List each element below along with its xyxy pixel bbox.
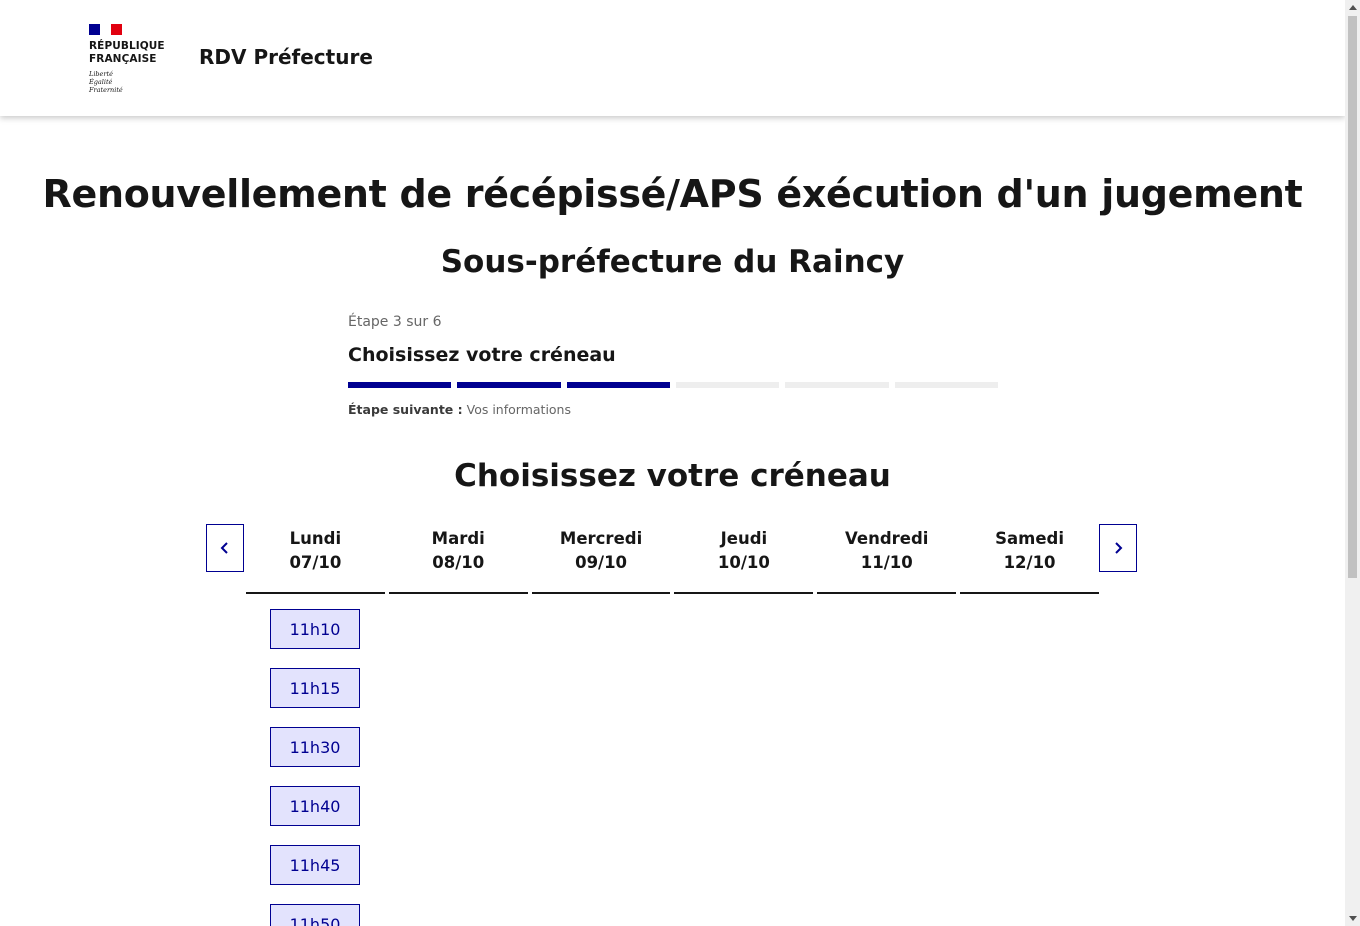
page-title: Renouvellement de récépissé/APS éxécutio… [42,172,1303,216]
stepper-progress-bar [348,382,998,388]
next-week-button[interactable] [1099,524,1137,572]
day-date: 11/10 [860,553,913,572]
time-slot-button[interactable]: 11h45 [270,845,360,885]
logo-text: RÉPUBLIQUE FRANÇAISE [89,40,165,65]
stepper-segment [457,382,561,388]
day-name: Jeudi [720,529,768,548]
section-title: Choisissez votre créneau [454,458,891,494]
site-header: RÉPUBLIQUE FRANÇAISE Liberté Égalité Fra… [0,0,1345,116]
time-slot-button[interactable]: 11h10 [270,609,360,649]
time-slot-button[interactable]: 11h15 [270,668,360,708]
page: RÉPUBLIQUE FRANÇAISE Liberté Égalité Fra… [0,0,1345,926]
stepper-segment [785,382,889,388]
day-name: Lundi [289,529,342,548]
scroll-up-arrow-icon[interactable] [1345,0,1360,14]
service-title[interactable]: RDV Préfecture [199,45,373,69]
day-date: 10/10 [717,553,770,572]
day-date: 07/10 [289,553,342,572]
day-header: Samedi 12/10 [960,524,1099,594]
day-header: Jeudi 10/10 [674,524,814,594]
page-subtitle: Sous-préfecture du Raincy [440,244,905,280]
stepper-next-value: Vos informations [466,402,571,417]
stepper-state: Étape 3 sur 6 [348,314,442,330]
day-header: Mercredi 09/10 [531,524,671,594]
day-name: Mercredi [559,529,643,548]
logo-motto: Liberté Égalité Fraternité [89,70,123,94]
chevron-left-icon [220,542,228,554]
stepper-segment [348,382,452,388]
day-date: 12/10 [1003,553,1056,572]
day-name: Vendredi [845,529,929,548]
day-date: 08/10 [432,553,485,572]
chevron-right-icon [1115,542,1123,554]
stepper-title: Choisissez votre créneau [348,344,616,366]
day-name: Mardi [431,529,485,548]
stepper-segment [566,382,670,388]
day-date: 09/10 [575,553,628,572]
stepper-next-step: Étape suivante : Vos informations [348,402,571,417]
republique-francaise-logo[interactable]: RÉPUBLIQUE FRANÇAISE Liberté Égalité Fra… [89,24,179,96]
previous-week-button[interactable] [206,524,244,572]
day-header: Lundi 07/10 [246,524,385,594]
stepper-segment [675,382,780,388]
day-header: Vendredi 11/10 [817,524,957,594]
time-slot-button[interactable]: 11h40 [270,786,360,826]
stepper-next-label: Étape suivante : [348,402,463,417]
time-slot-button[interactable]: 11h30 [270,727,360,767]
day-header: Mardi 08/10 [388,524,528,594]
day-name: Samedi [995,529,1064,548]
scroll-down-arrow-icon[interactable] [1345,912,1360,926]
french-flag-icon [89,24,122,35]
scrollbar-thumb[interactable] [1348,16,1357,578]
stepper-segment [894,382,998,388]
day-columns: Lundi 07/10 Mardi 08/10 Mercredi 09/10 Jeudi 10… [246,524,1099,594]
vertical-scrollbar[interactable] [1345,0,1360,926]
time-slot-button[interactable]: 11h50 [270,904,360,926]
